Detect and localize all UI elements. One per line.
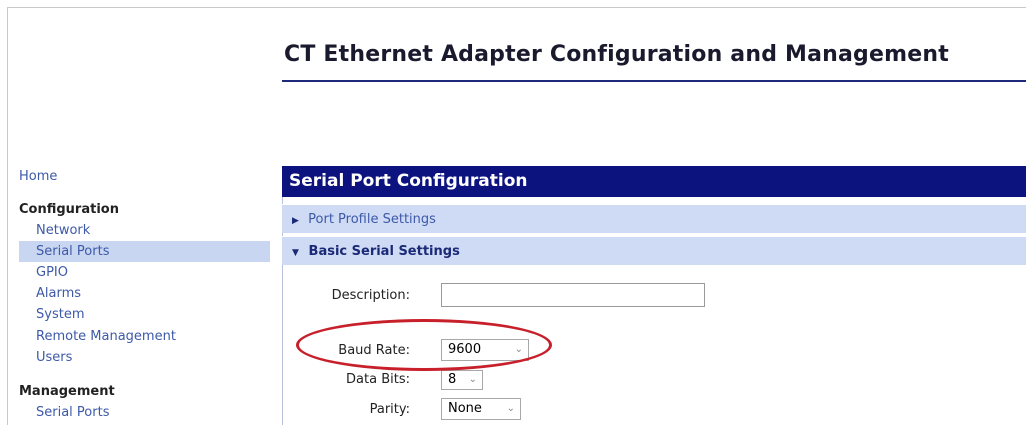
page-frame: CT Ethernet Adapter Configuration and Ma… xyxy=(0,0,1026,425)
frame-left-border xyxy=(7,7,8,425)
nav-heading-configuration: Configuration xyxy=(19,202,119,217)
sidebar-item-gpio[interactable]: GPIO xyxy=(19,262,270,283)
data-bits-select[interactable]: 8 ⌄ xyxy=(441,370,483,390)
page-title: CT Ethernet Adapter Configuration and Ma… xyxy=(284,42,949,67)
nav-heading-management: Management xyxy=(19,384,115,399)
parity-label: Parity: xyxy=(369,402,410,417)
title-underline xyxy=(282,80,1026,82)
section-label: Port Profile Settings xyxy=(308,212,436,227)
chevron-down-icon: ⌄ xyxy=(514,344,523,355)
chevron-down-icon: ⌄ xyxy=(506,403,515,414)
description-field[interactable] xyxy=(441,283,705,307)
sidebar-item-serial-ports[interactable]: Serial Ports xyxy=(19,241,270,262)
parity-value: None xyxy=(448,401,482,416)
chevron-down-icon: ⌄ xyxy=(468,374,477,385)
nav-home-link[interactable]: Home xyxy=(19,166,57,187)
data-bits-label: Data Bits: xyxy=(346,372,410,387)
section-port-profile-settings[interactable]: ▶ Port Profile Settings xyxy=(282,204,1026,233)
baud-rate-label: Baud Rate: xyxy=(338,343,410,358)
baud-rate-select[interactable]: 9600 ⌄ xyxy=(441,339,529,361)
description-label: Description: xyxy=(331,288,410,303)
section-basic-serial-settings[interactable]: ▼ Basic Serial Settings xyxy=(282,236,1026,265)
panel-title: Serial Port Configuration xyxy=(282,166,1026,197)
sidebar-item-alarms[interactable]: Alarms xyxy=(19,283,270,304)
sidebar-item-management-serial-ports[interactable]: Serial Ports xyxy=(19,402,270,423)
section-label: Basic Serial Settings xyxy=(308,244,460,259)
triangle-down-icon: ▼ xyxy=(292,248,299,258)
sidebar-item-users[interactable]: Users xyxy=(19,347,270,368)
data-bits-value: 8 xyxy=(448,372,457,387)
frame-top-border xyxy=(7,7,1026,8)
sidebar-item-remote-management[interactable]: Remote Management xyxy=(19,326,270,347)
sidebar-item-system[interactable]: System xyxy=(19,304,270,325)
baud-rate-value: 9600 xyxy=(448,342,482,357)
parity-select[interactable]: None ⌄ xyxy=(441,398,521,420)
triangle-right-icon: ▶ xyxy=(292,216,299,226)
sidebar-item-network[interactable]: Network xyxy=(19,220,270,241)
